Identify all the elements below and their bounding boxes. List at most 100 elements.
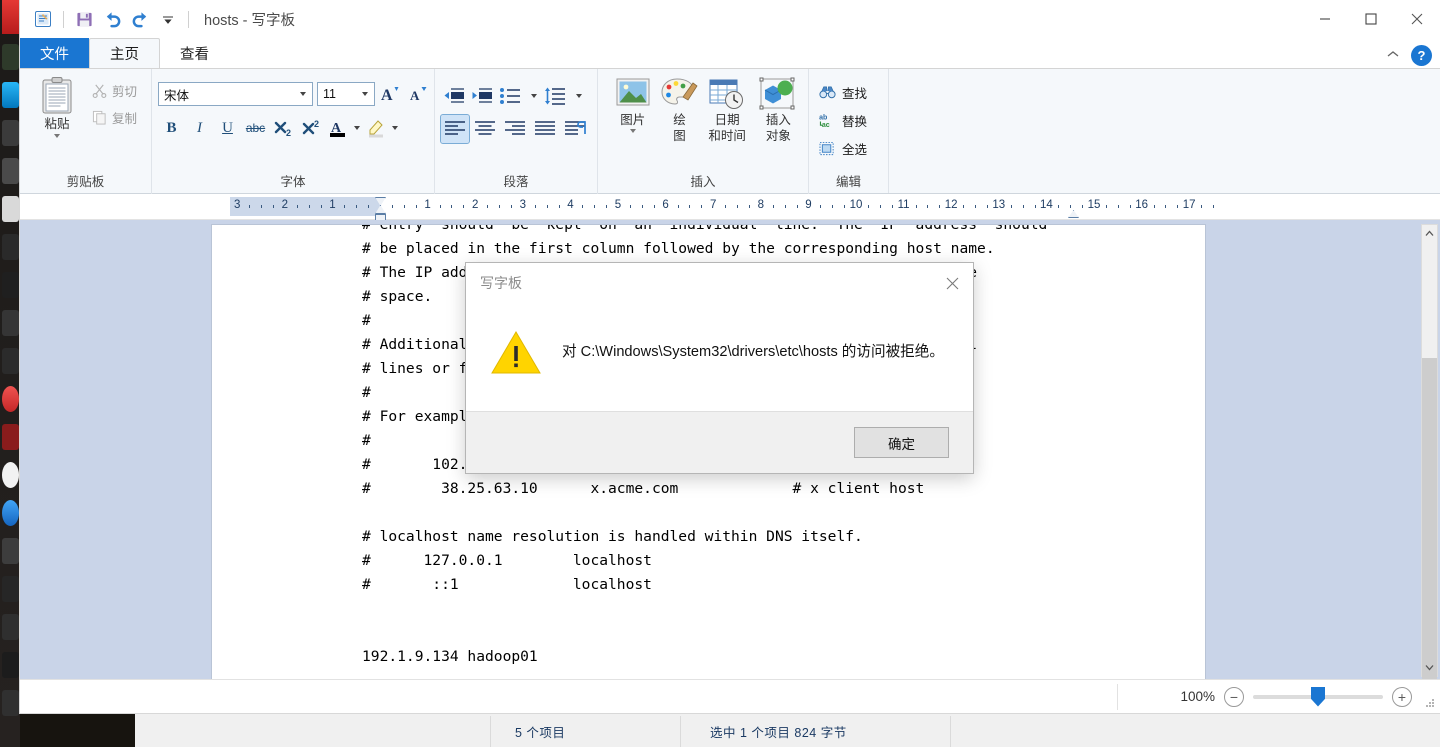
paste-caret-icon[interactable] xyxy=(54,134,60,138)
zoom-out-button[interactable]: − xyxy=(1224,686,1244,707)
close-button[interactable] xyxy=(1394,0,1440,38)
font-family-chevron-down-icon[interactable] xyxy=(296,92,309,96)
dock-icon-2[interactable] xyxy=(0,38,20,76)
tab-strip-right-controls[interactable]: ? xyxy=(1385,45,1432,66)
italic-button[interactable]: I xyxy=(186,115,213,141)
shrink-font-button[interactable]: A xyxy=(407,81,431,107)
zoom-slider-thumb[interactable] xyxy=(1311,686,1325,707)
dock-icon-10[interactable] xyxy=(0,342,20,380)
save-icon[interactable] xyxy=(71,6,97,32)
line-spacing-button[interactable] xyxy=(542,83,570,109)
bold-button[interactable]: B xyxy=(158,115,185,141)
left-taskbar-dock[interactable] xyxy=(0,0,20,747)
dock-icon-18[interactable] xyxy=(0,646,20,684)
dialog-title-bar[interactable]: 写字板 xyxy=(466,263,973,303)
dock-icon-16[interactable] xyxy=(0,570,20,608)
justify-button[interactable] xyxy=(531,115,559,143)
replace-button[interactable]: ab ac 替换 xyxy=(815,107,871,134)
quick-access-toolbar[interactable] xyxy=(20,6,194,32)
zoom-slider-track[interactable] xyxy=(1253,686,1383,707)
maximize-button[interactable] xyxy=(1348,0,1394,38)
tab-home[interactable]: 主页 xyxy=(89,38,160,68)
wordpad-app-icon[interactable] xyxy=(30,6,56,32)
ruler-tick xyxy=(748,205,750,208)
zoom-in-button[interactable]: + xyxy=(1392,686,1412,707)
text-color-chevron-down-icon[interactable] xyxy=(351,115,363,141)
vertical-scrollbar[interactable] xyxy=(1421,224,1438,679)
align-right-button[interactable] xyxy=(501,115,529,143)
customize-qat-icon[interactable] xyxy=(155,6,181,32)
background-explorer-window[interactable]: 5 个项目 选中 1 个项目 824 字节 xyxy=(20,713,1440,747)
underline-button[interactable]: U xyxy=(214,115,241,141)
window-controls[interactable] xyxy=(1302,0,1440,38)
scrollbar-thumb[interactable] xyxy=(1422,358,1437,679)
insert-datetime-button[interactable]: 日期 和时间 xyxy=(703,73,750,143)
insert-object-button[interactable]: 插入 对象 xyxy=(755,73,802,143)
resize-grip-icon[interactable] xyxy=(1425,698,1436,709)
align-center-button[interactable] xyxy=(471,115,499,143)
dock-icon-15[interactable] xyxy=(0,532,20,570)
ruler-tick xyxy=(891,205,893,208)
align-left-button[interactable] xyxy=(440,114,470,144)
help-icon[interactable]: ? xyxy=(1411,45,1432,66)
font-size-chevron-down-icon[interactable] xyxy=(358,92,371,96)
insert-picture-button[interactable]: 图片 xyxy=(610,73,655,133)
select-all-button[interactable]: 全选 xyxy=(815,135,871,162)
paste-button[interactable]: 粘贴 xyxy=(26,73,88,138)
dock-icon-1[interactable] xyxy=(0,0,20,38)
dock-icon-3[interactable] xyxy=(0,76,20,114)
dock-icon-14[interactable] xyxy=(0,494,20,532)
line-spacing-chevron-down-icon[interactable] xyxy=(572,83,585,109)
copy-button[interactable]: 复制 xyxy=(88,105,141,130)
dock-icon-19[interactable] xyxy=(0,684,20,722)
dock-icon-11[interactable] xyxy=(0,380,20,418)
scroll-up-arrow-icon[interactable] xyxy=(1422,225,1437,242)
insert-picture-label: 图片 xyxy=(620,113,646,127)
highlight-chevron-down-icon[interactable] xyxy=(389,115,401,141)
zoom-controls[interactable]: 100% − + xyxy=(1180,686,1440,707)
paragraph-mark-button[interactable] xyxy=(561,115,589,143)
dock-icon-9[interactable] xyxy=(0,304,20,342)
ruler-tick xyxy=(879,205,881,208)
redo-icon[interactable] xyxy=(127,6,153,32)
dock-icon-17[interactable] xyxy=(0,608,20,646)
bold-icon: B xyxy=(166,119,177,136)
insert-picture-caret-icon[interactable] xyxy=(629,129,636,133)
font-size-combo[interactable]: 11 xyxy=(317,82,375,106)
scroll-down-arrow-icon[interactable] xyxy=(1422,659,1437,676)
highlight-button[interactable] xyxy=(364,115,388,141)
title-bar[interactable]: hosts - 写字板 xyxy=(20,0,1440,38)
ruler-number: 5 xyxy=(614,199,622,211)
bullets-button[interactable] xyxy=(497,83,525,109)
undo-icon[interactable] xyxy=(99,6,125,32)
dialog-close-button[interactable] xyxy=(931,263,973,303)
ribbon-tab-strip[interactable]: 文件 主页 查看 ? xyxy=(20,38,1440,68)
find-button[interactable]: 查找 xyxy=(815,79,871,106)
tab-view[interactable]: 查看 xyxy=(160,38,229,68)
dock-icon-8[interactable] xyxy=(0,266,20,304)
text-color-button[interactable]: A xyxy=(326,115,350,141)
dock-icon-4[interactable] xyxy=(0,114,20,152)
strikethrough-button[interactable]: abc xyxy=(242,115,269,141)
ruler[interactable]: 3 2 1 1 2 3 4 5 6 7 8 9 10 11 12 13 14 15 16 17 xyxy=(20,194,1440,221)
superscript-button[interactable]: 2 xyxy=(298,115,325,141)
grow-font-button[interactable]: A xyxy=(379,81,403,107)
dock-icon-12[interactable] xyxy=(0,418,20,456)
dock-icon-13[interactable] xyxy=(0,456,20,494)
decrease-indent-button[interactable] xyxy=(441,83,467,109)
font-family-combo[interactable]: 宋体 xyxy=(158,82,313,106)
line-spacing-icon xyxy=(545,87,565,105)
dock-icon-5[interactable] xyxy=(0,152,20,190)
dialog-footer: 确定 xyxy=(466,411,973,473)
subscript-button[interactable]: 2 xyxy=(270,115,297,141)
dialog-ok-button[interactable]: 确定 xyxy=(854,427,949,458)
dock-icon-7[interactable] xyxy=(0,228,20,266)
increase-indent-button[interactable] xyxy=(469,83,495,109)
tab-file[interactable]: 文件 xyxy=(20,38,89,68)
dock-icon-6[interactable] xyxy=(0,190,20,228)
insert-paint-drawing-button[interactable]: 绘 图 xyxy=(659,73,699,143)
bullets-chevron-down-icon[interactable] xyxy=(527,83,540,109)
minimize-button[interactable] xyxy=(1302,0,1348,38)
collapse-ribbon-icon[interactable] xyxy=(1385,47,1401,65)
cut-button[interactable]: 剪切 xyxy=(88,78,141,103)
